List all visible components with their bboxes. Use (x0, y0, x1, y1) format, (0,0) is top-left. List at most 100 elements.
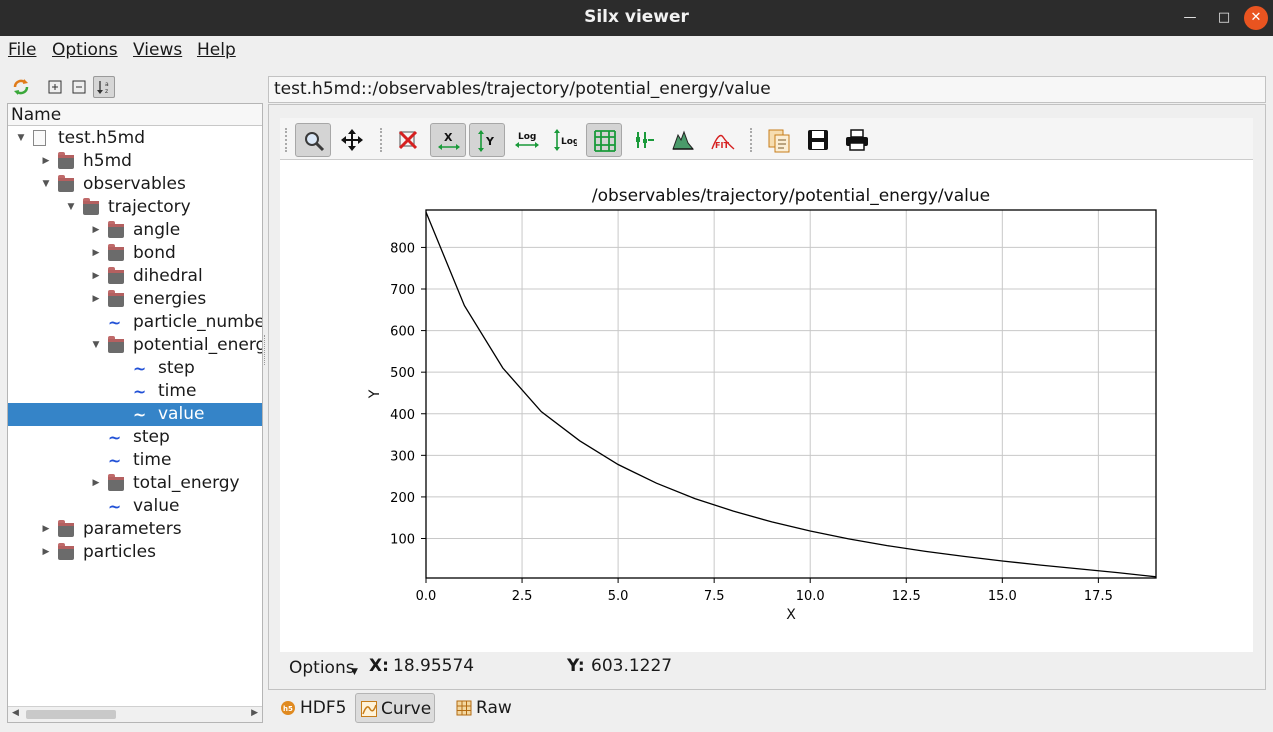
menu-help[interactable]: Help (197, 40, 236, 60)
reset-zoom-icon[interactable] (390, 123, 426, 157)
chevron-right-icon[interactable]: ▶ (91, 265, 101, 288)
autoscale-y-icon[interactable]: Y (469, 123, 505, 157)
tree-item[interactable]: ∼ time (8, 449, 262, 472)
tree-header-name[interactable]: Name (8, 104, 262, 126)
group-folder-icon (58, 543, 74, 560)
tree-item[interactable]: ∼ value (8, 495, 262, 518)
splitter-handle[interactable] (264, 335, 267, 365)
toolbar-grip[interactable] (285, 128, 288, 152)
tree-item[interactable]: ▶ bond (8, 242, 262, 265)
scrollbar-thumb[interactable] (26, 710, 116, 719)
plot-area[interactable]: 0.0 2.5 5.0 7.5 10.0 12.5 15.0 17.5 100 200 300 400… (280, 160, 1253, 652)
dataset-icon: ∼ (133, 382, 147, 401)
print-icon[interactable] (838, 123, 874, 157)
chevron-down-icon[interactable]: ▼ (41, 173, 51, 196)
fit-icon[interactable]: FIT (704, 123, 740, 157)
chevron-down-icon[interactable]: ▼ (91, 334, 101, 357)
x-axis-label: X (786, 607, 796, 623)
chevron-down-icon[interactable]: ▼ (351, 667, 358, 677)
expand-all-icon[interactable] (44, 76, 66, 98)
tree-item[interactable]: ▼ observables (8, 173, 262, 196)
dataset-icon: ∼ (108, 497, 122, 516)
tree-item-label: observables (83, 174, 186, 194)
tree-item[interactable]: ∼ particle_numbe (8, 311, 262, 334)
chevron-right-icon[interactable]: ▶ (91, 242, 101, 265)
grid-icon[interactable] (586, 123, 622, 157)
collapse-all-icon[interactable] (68, 76, 90, 98)
toolbar-grip[interactable] (380, 128, 383, 152)
tree-item[interactable]: ▶ h5md (8, 150, 262, 173)
tree-item[interactable]: ▶ energies (8, 288, 262, 311)
autoscale-x-icon[interactable]: X (430, 123, 466, 157)
maximize-icon[interactable]: □ (1212, 6, 1236, 30)
tab-raw[interactable]: Raw (451, 693, 521, 723)
chevron-right-icon[interactable]: ▶ (41, 541, 51, 564)
chevron-right-icon[interactable]: ▶ (91, 472, 101, 495)
x-tick-label: 15.0 (988, 589, 1017, 604)
group-folder-icon (58, 152, 74, 169)
tree-item[interactable]: ∼ time (8, 380, 262, 403)
histogram-icon[interactable] (665, 123, 701, 157)
curve-style-icon[interactable] (626, 123, 662, 157)
group-folder-icon (83, 198, 99, 215)
chart-title: /observables/trajectory/potential_energy… (592, 186, 990, 206)
pan-icon[interactable] (334, 123, 370, 157)
tab-curve[interactable]: Curve (355, 693, 435, 723)
options-button[interactable]: Options (289, 658, 355, 678)
tree-horizontal-scrollbar[interactable]: ◀ ▶ (8, 706, 262, 722)
menu-views[interactable]: Views (133, 40, 182, 60)
dataset-icon: ∼ (108, 451, 122, 470)
chevron-right-icon[interactable]: ▶ (91, 219, 101, 242)
zoom-icon[interactable] (295, 123, 331, 157)
group-folder-icon (108, 336, 124, 353)
dataset-path: test.h5md::/observables/trajectory/poten… (268, 76, 1266, 103)
tree-item[interactable]: ▶ dihedral (8, 265, 262, 288)
x-tick-label: 10.0 (796, 589, 825, 604)
tree-item[interactable]: ▼ trajectory (8, 196, 262, 219)
toolbar-grip[interactable] (750, 128, 753, 152)
tree-item[interactable]: ∼ value (8, 403, 262, 426)
tree-item-label: time (133, 450, 172, 470)
scroll-left-icon[interactable]: ◀ (12, 708, 19, 718)
line-chart[interactable]: 0.0 2.5 5.0 7.5 10.0 12.5 15.0 17.5 100 200 300 400… (280, 160, 1253, 652)
tree-item[interactable]: ▶ particles (8, 541, 262, 564)
refresh-icon[interactable] (10, 76, 32, 98)
menu-options[interactable]: Options (52, 40, 118, 60)
tree-item[interactable]: ∼ step (8, 426, 262, 449)
menu-file[interactable]: File (8, 40, 36, 60)
group-folder-icon (58, 520, 74, 537)
tree-item-label: angle (133, 220, 181, 240)
autoscale-y-text: Y (485, 135, 495, 148)
tree-item[interactable]: ∼ step (8, 357, 262, 380)
chevron-right-icon[interactable]: ▶ (41, 150, 51, 173)
y-tick-label: 300 (390, 449, 415, 464)
copy-icon[interactable] (760, 123, 796, 157)
minimize-icon[interactable]: — (1178, 6, 1202, 30)
log-x-icon[interactable]: Log (508, 123, 544, 157)
tree-item[interactable]: ▼ potential_energ (8, 334, 262, 357)
tree-item[interactable]: ▶ angle (8, 219, 262, 242)
chevron-down-icon[interactable]: ▼ (16, 127, 26, 150)
y-coord-value: 603.1227 (591, 656, 673, 676)
sort-icon[interactable]: a z (93, 76, 115, 98)
group-folder-icon (108, 474, 124, 491)
scroll-right-icon[interactable]: ▶ (251, 708, 258, 718)
chevron-down-icon[interactable]: ▼ (66, 196, 76, 219)
chevron-right-icon[interactable]: ▶ (41, 518, 51, 541)
tree-item[interactable]: ▼ test.h5md (8, 127, 262, 150)
chevron-right-icon[interactable]: ▶ (91, 288, 101, 311)
tab-hdf5[interactable]: h5 HDF5 (275, 693, 353, 723)
save-icon[interactable] (800, 123, 836, 157)
tree-item-label: bond (133, 243, 176, 263)
close-icon[interactable]: ✕ (1244, 6, 1268, 30)
tree-item[interactable]: ▶ total_energy (8, 472, 262, 495)
tree-item-label: trajectory (108, 197, 191, 217)
tree-item-label: value (133, 496, 180, 516)
log-y-icon[interactable]: Log (546, 123, 582, 157)
y-tick-label: 100 (390, 532, 415, 547)
tree-item[interactable]: ▶ parameters (8, 518, 262, 541)
window-titlebar: Silx viewer — □ ✕ (0, 0, 1273, 36)
group-folder-icon (108, 244, 124, 261)
tab-hdf5-label: HDF5 (300, 698, 347, 718)
table-icon (456, 700, 472, 716)
